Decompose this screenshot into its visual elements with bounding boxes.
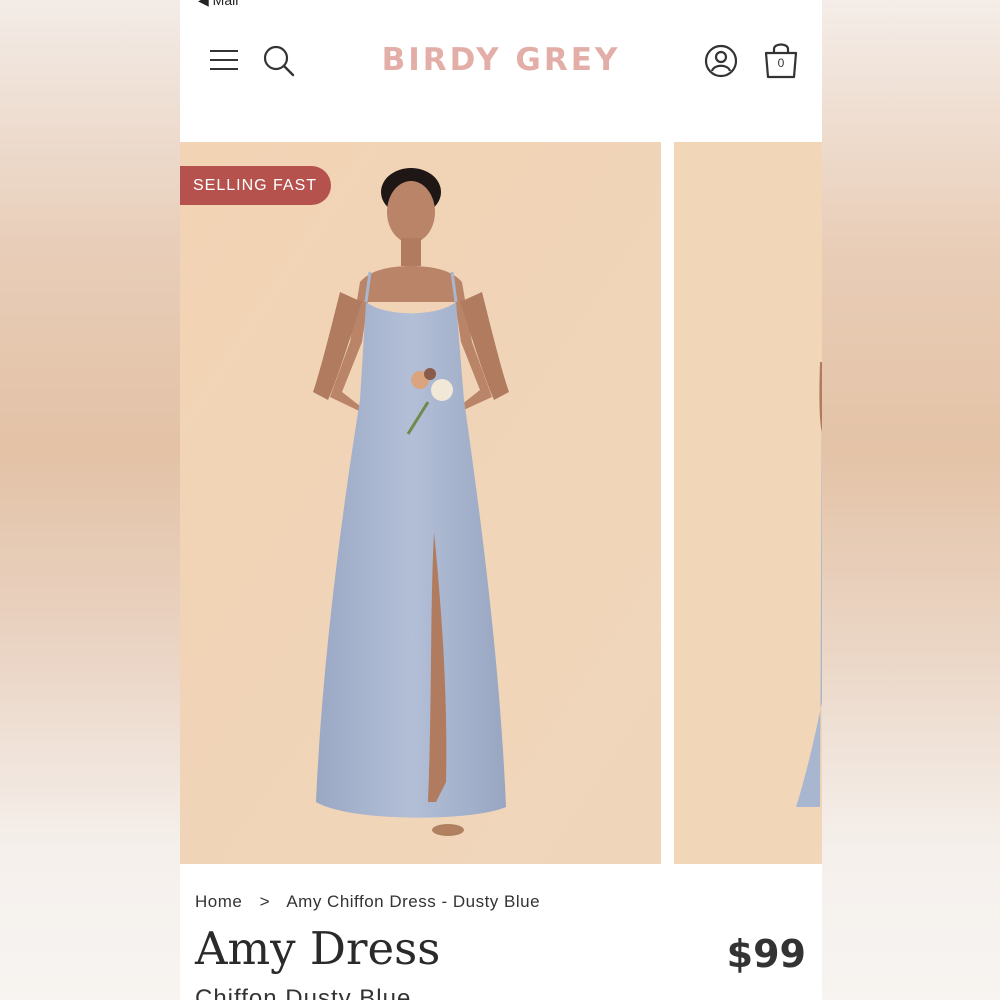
site-header: BIRDY GREY 0 bbox=[180, 0, 822, 130]
breadcrumb-home-link[interactable]: Home bbox=[195, 892, 242, 911]
bag-count: 0 bbox=[777, 56, 785, 70]
background-left bbox=[0, 0, 180, 1000]
product-subtitle: Chiffon Dusty Blue bbox=[195, 985, 412, 1000]
product-image-next[interactable] bbox=[674, 142, 822, 864]
selling-fast-badge: SELLING FAST bbox=[180, 166, 332, 205]
product-price: $99 bbox=[726, 932, 806, 976]
shopping-bag-button[interactable]: 0 bbox=[763, 40, 799, 80]
model-photo bbox=[180, 142, 661, 864]
breadcrumb-separator: > bbox=[259, 892, 271, 911]
background-right bbox=[822, 0, 1000, 1000]
model-photo-partial bbox=[674, 142, 822, 864]
product-title: Amy Dress bbox=[195, 922, 441, 975]
phone-screen: ◀ Mail BIRDY GREY 0 SELLING FAST Home > … bbox=[180, 0, 822, 1000]
breadcrumb-current: Amy Chiffon Dress - Dusty Blue bbox=[286, 892, 541, 911]
breadcrumb: Home > Amy Chiffon Dress - Dusty Blue bbox=[195, 892, 540, 912]
account-icon[interactable] bbox=[704, 44, 738, 78]
product-image-main[interactable]: SELLING FAST bbox=[180, 142, 661, 864]
